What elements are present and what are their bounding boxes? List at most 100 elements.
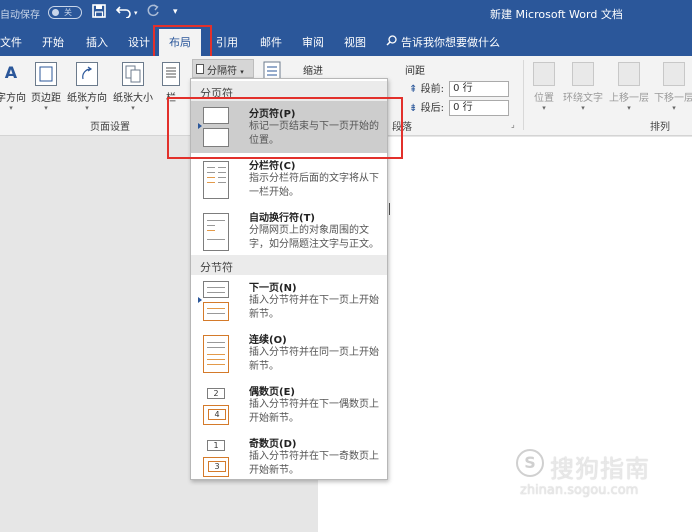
tell-me-search[interactable]: 告诉我你想要做什么 <box>386 34 500 50</box>
size-icon <box>122 62 144 86</box>
size-label: 纸张大小 <box>113 93 153 104</box>
section-breaks-header: 分节符 <box>191 255 387 275</box>
undo-icon[interactable] <box>115 4 132 22</box>
margins-icon <box>35 62 57 86</box>
breaks-label: 分隔符 <box>207 66 237 77</box>
chevron-down-icon: ▾ <box>240 68 244 76</box>
tab-design[interactable]: 设计 <box>128 34 150 50</box>
chevron-down-icon: ▾ <box>85 104 89 112</box>
orientation-icon <box>76 62 98 86</box>
spacing-before-input[interactable]: 0 行 <box>449 81 510 97</box>
even-page-number: 2 <box>207 388 225 399</box>
redo-icon[interactable] <box>146 4 160 22</box>
menu-item-title: 自动换行符(T) <box>249 213 315 224</box>
spacing-after-label: 段后: <box>420 103 444 114</box>
customize-qat-icon[interactable]: ▾ <box>173 7 178 17</box>
column-break-icon <box>203 159 229 199</box>
chevron-down-icon: ▾ <box>131 104 135 112</box>
highlight-box-layout-tab <box>153 25 212 60</box>
tab-mailings[interactable]: 邮件 <box>260 34 282 50</box>
spacing-after-input[interactable]: 0 行 <box>449 100 510 116</box>
wrap-text-icon <box>572 62 594 86</box>
sogou-logo-icon: S <box>516 449 544 477</box>
margins-button[interactable]: 页边距 ▾ <box>31 62 61 112</box>
orientation-button[interactable]: 纸张方向 ▾ <box>67 62 107 112</box>
menu-item-odd-page[interactable]: 1 3 奇数页(D) 插入分节符并在下一奇数页上开始新节。 <box>191 431 387 483</box>
columns-icon <box>162 62 180 86</box>
odd-page-number: 1 <box>207 440 225 451</box>
selection-marker-icon <box>198 297 202 303</box>
menu-item-title: 偶数页(E) <box>249 387 295 398</box>
menu-item-desc: 插入分节符并在下一页上开始新节。 <box>249 295 379 320</box>
text-direction-label: 字方向 <box>0 93 26 104</box>
group-separator <box>523 60 524 130</box>
spacing-after-icon: ⇟ <box>409 103 418 114</box>
send-backward-label: 下移一层 <box>654 93 692 104</box>
wrap-text-button[interactable]: 环绕文字 ▾ <box>563 62 603 112</box>
text-direction-icon: A <box>4 63 18 82</box>
highlight-box-page-break <box>167 97 403 159</box>
orientation-label: 纸张方向 <box>67 93 107 104</box>
autosave-toggle[interactable]: 关 <box>48 6 82 19</box>
bring-forward-button[interactable]: 上移一层 ▾ <box>609 62 649 112</box>
menu-item-title: 奇数页(D) <box>249 439 297 450</box>
spacing-before-row: ⇞ 段前: 0 行 <box>409 80 510 97</box>
chevron-down-icon: ▾ <box>627 104 631 112</box>
spacing-before-label: 段前: <box>420 84 444 95</box>
bring-forward-label: 上移一层 <box>609 93 649 104</box>
send-backward-button[interactable]: 下移一层 ▾ <box>654 62 692 112</box>
size-button[interactable]: 纸张大小 ▾ <box>113 62 153 112</box>
send-backward-icon <box>663 62 685 86</box>
position-label: 位置 <box>534 93 554 104</box>
menu-item-desc: 插入分节符并在下一奇数页上开始新节。 <box>249 451 379 476</box>
breaks-button[interactable]: 分隔符 ▾ <box>192 59 254 78</box>
menu-item-title: 下一页(N) <box>249 283 297 294</box>
menu-item-title: 分栏符(C) <box>249 161 296 172</box>
spacing-label: 间距 <box>405 66 425 77</box>
save-icon[interactable] <box>92 4 106 22</box>
margins-label: 页边距 <box>31 93 61 104</box>
menu-item-desc: 指示分栏符后面的文字将从下一栏开始。 <box>249 173 379 198</box>
chevron-down-icon: ▾ <box>581 104 585 112</box>
tell-me-text: 告诉我你想要做什么 <box>401 36 500 49</box>
even-page-section-icon: 2 4 <box>203 385 229 425</box>
autosave-label: 自动保存 <box>0 10 40 21</box>
spacing-before-icon: ⇞ <box>409 84 418 95</box>
tab-file[interactable]: 文件 <box>0 34 22 50</box>
odd-page-number: 3 <box>208 461 226 472</box>
wrap-text-label: 环绕文字 <box>563 93 603 104</box>
breaks-icon <box>196 64 204 74</box>
continuous-section-icon <box>203 333 229 373</box>
indent-label: 缩进 <box>303 66 323 77</box>
tab-home[interactable]: 开始 <box>42 34 64 50</box>
dialog-launcher-icon[interactable]: ⌟ <box>511 120 515 129</box>
watermark-url: zhinan.sogou.com <box>520 483 639 498</box>
odd-page-section-icon: 1 3 <box>203 437 229 477</box>
menu-item-desc: 分隔网页上的对象周围的文字，如分隔题注文字与正文。 <box>249 225 379 250</box>
even-page-number: 4 <box>208 409 226 420</box>
ribbon-tabs: 文件 开始 插入 设计 布局 引用 邮件 审阅 视图 告诉我你想要做什么 <box>0 26 692 56</box>
text-direction-button[interactable]: A 字方向 ▾ <box>0 62 26 112</box>
undo-dropdown-icon[interactable]: ▾ <box>134 9 138 17</box>
tab-review[interactable]: 审阅 <box>302 34 324 50</box>
tab-insert[interactable]: 插入 <box>86 34 108 50</box>
tab-references[interactable]: 引用 <box>216 34 238 50</box>
menu-item-next-page[interactable]: 下一页(N) 插入分节符并在下一页上开始新节。 <box>191 275 387 327</box>
bring-forward-icon <box>618 62 640 86</box>
menu-item-even-page[interactable]: 2 4 偶数页(E) 插入分节符并在下一偶数页上开始新节。 <box>191 379 387 431</box>
menu-item-column-break[interactable]: 分栏符(C) 指示分栏符后面的文字将从下一栏开始。 <box>191 153 387 205</box>
menu-item-text-wrapping-break[interactable]: 自动换行符(T) 分隔网页上的对象周围的文字，如分隔题注文字与正文。 <box>191 205 387 257</box>
position-icon <box>533 62 555 86</box>
chevron-down-icon: ▾ <box>44 104 48 112</box>
menu-item-desc: 插入分节符并在同一页上开始新节。 <box>249 347 379 372</box>
watermark: S 搜狗指南 zhinan.sogou.com <box>516 447 686 507</box>
watermark-text: 搜狗指南 <box>550 455 650 483</box>
tab-view[interactable]: 视图 <box>344 34 366 50</box>
arrange-group-label: 排列 <box>650 122 670 133</box>
chevron-down-icon: ▾ <box>672 104 676 112</box>
chevron-down-icon: ▾ <box>542 104 546 112</box>
position-button[interactable]: 位置 ▾ <box>533 62 555 112</box>
spacing-after-row: ⇟ 段后: 0 行 <box>409 99 510 116</box>
menu-item-continuous[interactable]: 连续(O) 插入分节符并在同一页上开始新节。 <box>191 327 387 379</box>
menu-item-title: 连续(O) <box>249 335 287 346</box>
